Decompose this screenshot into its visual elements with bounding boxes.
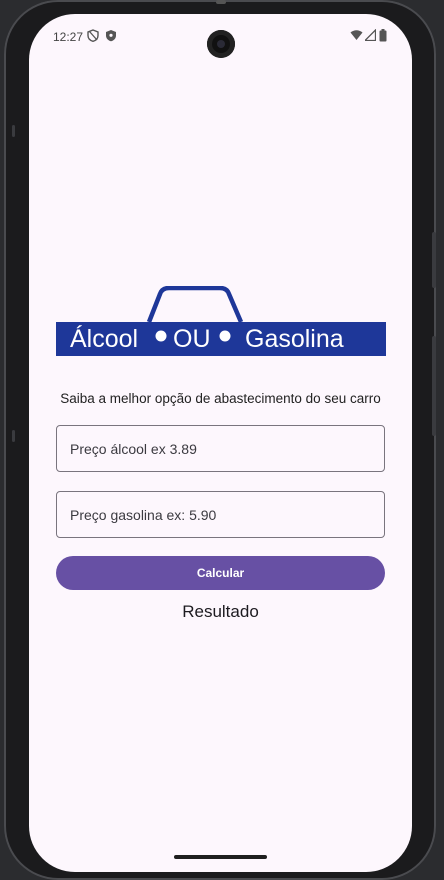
alcool-price-field[interactable] — [56, 425, 385, 472]
logo-word-gasolina: Gasolina — [245, 325, 344, 353]
signal-icon — [365, 29, 376, 41]
logo-word-ou: OU — [173, 325, 211, 353]
gesture-home-bar[interactable] — [174, 855, 267, 859]
alcool-ou-gasolina-logo: Álcool OU Gasolina — [56, 286, 386, 356]
shield-icon — [87, 29, 99, 42]
subtitle: Saiba a melhor opção de abastecimento do… — [60, 391, 381, 406]
gasolina-price-field[interactable] — [56, 491, 385, 538]
app-screen: 12:27 Álcool OU Gasolina Saiba a melhor … — [29, 14, 412, 872]
device-top-edge — [216, 0, 226, 4]
status-time: 12:27 — [53, 30, 84, 44]
security-badge-icon — [106, 30, 116, 42]
device-left-notch-bottom — [12, 430, 15, 442]
logo-word-alcool: Álcool — [70, 324, 138, 353]
battery-icon — [379, 29, 387, 42]
front-camera — [207, 30, 235, 58]
car-roof-icon — [146, 286, 244, 323]
wifi-icon — [350, 30, 363, 40]
result-label: Resultado — [182, 602, 259, 621]
status-bar: 12:27 — [29, 14, 412, 60]
calculate-button[interactable]: Calcular — [56, 556, 385, 590]
device-left-notch-top — [12, 125, 15, 137]
gasolina-price-input[interactable] — [57, 492, 384, 537]
alcool-price-input[interactable] — [57, 426, 384, 471]
power-button — [432, 232, 436, 288]
volume-button — [432, 336, 436, 436]
